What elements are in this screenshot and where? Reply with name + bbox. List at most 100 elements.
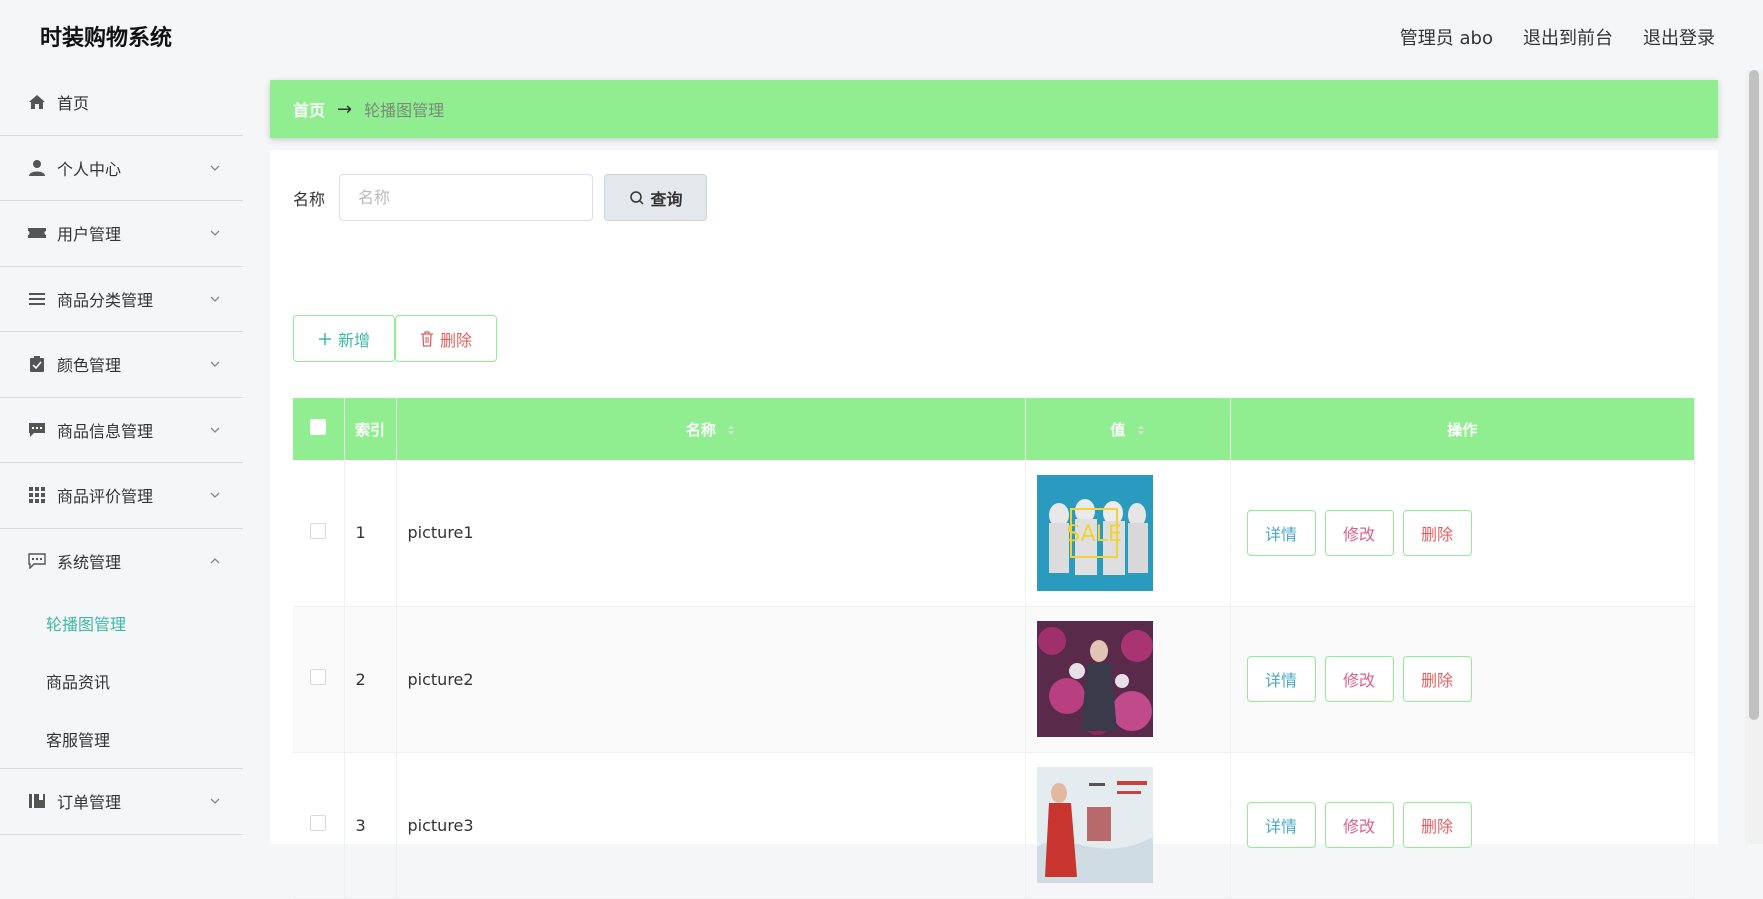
edit-button[interactable]: 修改: [1324, 656, 1394, 702]
logout-link[interactable]: 退出登录: [1643, 24, 1715, 50]
delete-button[interactable]: 删除: [1402, 509, 1472, 556]
sidebar-item-label: 商品分类管理: [57, 290, 154, 310]
row-value: SALE: [1025, 460, 1231, 607]
clipboard-icon: [27, 354, 47, 374]
header-select-all[interactable]: [293, 398, 345, 460]
row-ops: 详情 修改 删除: [1230, 752, 1695, 899]
edit-button[interactable]: 修改: [1324, 802, 1394, 848]
row-name: picture1: [396, 460, 1026, 607]
sub-item-service[interactable]: 客服管理: [0, 710, 243, 768]
scrollbar-thumb[interactable]: [1749, 70, 1759, 720]
sidebar-item-reviews[interactable]: 商品评价管理: [0, 463, 243, 529]
action-row: 新增 删除: [293, 315, 497, 362]
table-row: 2 picture2 详情修改 删除: [293, 606, 1695, 753]
sidebar-item-label: 商品评价管理: [57, 487, 154, 507]
carousel-image-thumb: [1036, 767, 1153, 883]
back-to-front-link[interactable]: 退出到前台: [1523, 24, 1613, 50]
chat-icon: [27, 420, 47, 440]
row-select-cell: [293, 606, 345, 753]
sidebar-item-users[interactable]: 用户管理: [0, 201, 243, 267]
breadcrumb-home[interactable]: 首页: [293, 97, 325, 121]
add-button[interactable]: 新增: [293, 315, 395, 362]
chevron-up-icon: [210, 558, 220, 564]
chevron-down-icon: [210, 165, 220, 171]
row-index: 2: [344, 606, 397, 753]
batch-delete-button[interactable]: 删除: [395, 315, 497, 362]
row-checkbox[interactable]: [310, 815, 327, 831]
breadcrumb-arrow: →: [337, 98, 353, 120]
sidebar-item-label: 个人中心: [57, 159, 122, 179]
message-icon: [27, 551, 47, 571]
carousel-image-thumb: [1036, 621, 1153, 737]
main-content: 首页 → 轮播图管理 名称 查询 新增 删除: [270, 80, 1718, 899]
detail-button[interactable]: 详情: [1246, 802, 1316, 848]
sidebar-item-home[interactable]: 首页: [0, 70, 243, 136]
user-icon: [27, 158, 47, 178]
sidebar: 首页 个人中心 用户管理 商品分类管理 颜色管理 商品信息管理 商品评价管理 系…: [0, 70, 243, 844]
row-index: 1: [344, 460, 397, 607]
header-index: 索引: [344, 398, 397, 460]
sidebar-item-label: 颜色管理: [57, 356, 122, 376]
row-ops: 详情 修改 删除: [1230, 606, 1695, 753]
sidebar-item-color[interactable]: 颜色管理: [0, 332, 243, 398]
list-icon: [27, 289, 47, 309]
sidebar-item-system[interactable]: 系统管理: [0, 529, 243, 595]
page-scrollbar[interactable]: [1745, 70, 1763, 844]
row-value: [1025, 752, 1231, 899]
sidebar-item-label: 商品信息管理: [57, 421, 154, 441]
sidebar-item-label: 订单管理: [57, 793, 122, 813]
sidebar-item-profile[interactable]: 个人中心: [0, 136, 243, 201]
sidebar-item-label: 用户管理: [57, 225, 122, 245]
query-button-label: 查询: [650, 189, 683, 209]
app-title: 时装购物系统: [40, 26, 173, 51]
row-checkbox[interactable]: [310, 669, 327, 685]
top-bar: 时装购物系统 管理员 abo 退出到前台 退出登录: [0, 0, 1763, 70]
sidebar-item-category[interactable]: 商品分类管理: [0, 267, 243, 332]
thumb-sale-text: SALE: [1066, 522, 1122, 547]
delete-button[interactable]: 删除: [1402, 802, 1472, 848]
sidebar-item-goods[interactable]: 商品信息管理: [0, 398, 243, 463]
row-ops: 详情 修改 删除: [1230, 460, 1695, 607]
sidebar-item-label: 系统管理: [57, 553, 122, 573]
top-links: 管理员 abo 退出到前台 退出登录: [1400, 24, 1715, 50]
row-checkbox[interactable]: [310, 522, 327, 539]
header-name-label: 名称: [685, 420, 716, 439]
batch-delete-label: 删除: [439, 330, 472, 350]
chevron-down-icon: [210, 798, 220, 805]
select-all-checkbox[interactable]: [310, 419, 327, 435]
row-select-cell: [293, 460, 345, 607]
detail-button[interactable]: 详情: [1246, 509, 1316, 556]
chevron-down-icon: [210, 230, 220, 237]
detail-button[interactable]: 详情: [1246, 656, 1316, 702]
breadcrumb: 首页 → 轮播图管理: [270, 80, 1718, 138]
header-value-label: 值: [1110, 420, 1126, 439]
sort-icon[interactable]: [1137, 424, 1145, 436]
sidebar-item-orders[interactable]: 订单管理: [0, 769, 243, 835]
table-row: 3 picture3 详情 修改 删除: [293, 752, 1695, 899]
delete-button[interactable]: 删除: [1402, 656, 1472, 702]
table-header-row: 索引 名称 值 操作: [293, 398, 1695, 460]
chevron-down-icon: [210, 427, 220, 433]
header-ops: 操作: [1230, 398, 1695, 460]
sub-item-news[interactable]: 商品资讯: [0, 652, 243, 710]
sort-icon[interactable]: [727, 424, 735, 436]
row-name: picture2: [396, 606, 1026, 753]
home-icon: [27, 92, 47, 112]
query-button[interactable]: 查询: [604, 174, 708, 221]
admin-user-label[interactable]: 管理员 abo: [1400, 24, 1493, 50]
chevron-down-icon: [210, 361, 220, 368]
edit-button[interactable]: 修改: [1324, 509, 1394, 556]
row-select-cell: [293, 752, 345, 899]
table-row: 1 picture1 SALE 详情 修改 删除: [293, 460, 1695, 607]
search-input[interactable]: [339, 174, 594, 221]
row-name: picture3: [396, 752, 1026, 899]
add-button-label: 新增: [337, 330, 370, 350]
row-value: [1025, 606, 1231, 753]
book-icon: [27, 791, 47, 811]
system-submenu: 轮播图管理 商品资讯 客服管理: [0, 594, 243, 769]
sub-item-carousel[interactable]: 轮播图管理: [0, 594, 243, 652]
header-value[interactable]: 值: [1025, 398, 1231, 460]
header-name[interactable]: 名称: [396, 398, 1026, 460]
breadcrumb-current: 轮播图管理: [364, 101, 445, 120]
chevron-down-icon: [210, 492, 220, 499]
